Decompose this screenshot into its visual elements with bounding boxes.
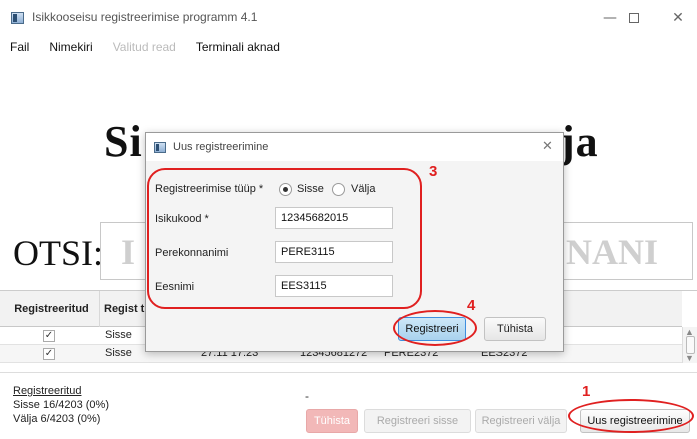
maximize-button[interactable] xyxy=(620,6,648,30)
dialog-cancel-button[interactable]: Tühista xyxy=(484,317,546,341)
row-type: Sisse xyxy=(105,347,132,359)
maximize-icon xyxy=(629,13,639,23)
app-icon xyxy=(11,12,24,24)
search-placeholder-left: I xyxy=(121,232,136,272)
dialog-close-icon[interactable]: ✕ xyxy=(542,139,553,154)
title-bar: Isikkooseisu registreerimise programm 4.… xyxy=(0,0,697,36)
column-registreeritud[interactable]: Registreeritud xyxy=(0,291,100,327)
column-registreerimise-tuup[interactable]: Regist t xyxy=(100,291,146,327)
selected-person-text: - xyxy=(305,389,309,403)
annotation-new-outline xyxy=(568,399,694,433)
menu-valitud-read: Valitud read xyxy=(112,40,176,54)
scroll-thumb[interactable] xyxy=(686,336,695,354)
row-checkbox[interactable]: ✓ xyxy=(43,330,55,342)
row-checkbox[interactable]: ✓ xyxy=(43,348,55,360)
register-out-button[interactable]: Registreeri välja xyxy=(475,409,567,433)
annotation-number-1: 1 xyxy=(582,383,591,400)
close-button[interactable]: ✕ xyxy=(664,6,692,30)
search-label: OTSI: xyxy=(13,233,103,273)
dialog-app-icon xyxy=(154,142,166,153)
window-title: Isikkooseisu registreerimise programm 4.… xyxy=(32,10,258,24)
annotation-register-outline xyxy=(393,310,477,346)
stats-title[interactable]: Registreeritud xyxy=(13,385,81,397)
menu-bar: Fail Nimekiri Valitud read Terminali akn… xyxy=(0,36,697,58)
stat-valja: Välja 6/4203 (0%) xyxy=(13,413,101,425)
stat-sisse: Sisse 16/4203 (0%) xyxy=(13,399,109,411)
page-title-right: ja xyxy=(560,117,599,166)
menu-nimekiri[interactable]: Nimekiri xyxy=(49,40,92,54)
scroll-down-icon[interactable]: ▼ xyxy=(685,353,694,363)
cancel-button[interactable]: Tühista xyxy=(306,409,358,433)
annotation-form-outline xyxy=(147,168,422,309)
menu-terminali-aknad[interactable]: Terminali aknad xyxy=(196,40,280,54)
search-placeholder-right: NANI xyxy=(566,232,659,272)
dialog-title: Uus registreerimine xyxy=(173,141,269,153)
dialog-title-bar: Uus registreerimine ✕ xyxy=(146,133,563,161)
table-scrollbar[interactable]: ▲ ▼ xyxy=(682,327,697,363)
page-title-left: Si xyxy=(104,117,143,166)
annotation-number-4: 4 xyxy=(467,297,476,314)
row-type: Sisse xyxy=(105,329,132,341)
register-in-button[interactable]: Registreeri sisse xyxy=(364,409,471,433)
annotation-number-3: 3 xyxy=(429,163,438,180)
menu-fail[interactable]: Fail xyxy=(10,40,29,54)
